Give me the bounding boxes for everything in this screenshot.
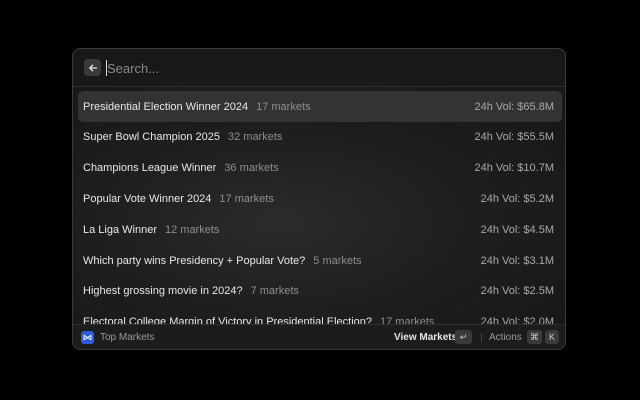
- arrow-left-icon: [88, 64, 97, 71]
- market-row[interactable]: Highest grossing movie in 2024? 7 markets…: [78, 276, 562, 307]
- back-button[interactable]: [84, 59, 101, 76]
- market-list: Presidential Election Winner 2024 17 mark…: [73, 88, 565, 326]
- market-volume: 24h Vol: $2.5M: [480, 285, 554, 298]
- actions-button[interactable]: Actions: [489, 332, 522, 343]
- market-count: 17 markets: [219, 192, 274, 205]
- view-markets-button[interactable]: View Markets: [394, 332, 457, 343]
- return-key-icon: ↵: [455, 330, 472, 344]
- market-count: 7 markets: [250, 285, 299, 298]
- market-row[interactable]: Which party wins Presidency + Popular Vo…: [78, 245, 562, 276]
- market-row[interactable]: Presidential Election Winner 2024 17 mark…: [78, 91, 562, 122]
- grid-icon: [81, 331, 94, 344]
- command-palette-window: Presidential Election Winner 2024 17 mark…: [72, 48, 566, 350]
- market-title: Super Bowl Champion 2025: [83, 131, 220, 144]
- market-title: Highest grossing movie in 2024?: [83, 285, 243, 298]
- market-row[interactable]: Champions League Winner 36 markets 24h Vol…: [78, 153, 562, 184]
- search-input[interactable]: [106, 58, 547, 78]
- market-title: Popular Vote Winner 2024: [83, 192, 212, 205]
- market-count: 12 markets: [165, 223, 220, 236]
- k-key: K: [545, 330, 559, 344]
- market-count: 5 markets: [313, 254, 362, 267]
- market-volume: 24h Vol: $65.8M: [474, 100, 554, 113]
- footer-divider: [481, 333, 482, 342]
- market-title: La Liga Winner: [83, 223, 157, 236]
- command-key-icon: ⌘: [527, 330, 542, 344]
- market-count: 32 markets: [227, 131, 283, 144]
- market-volume: 24h Vol: $55.5M: [474, 131, 554, 144]
- market-volume: 24h Vol: $3.1M: [480, 254, 554, 267]
- market-volume: 24h Vol: $4.5M: [480, 223, 554, 236]
- market-volume: 24h Vol: $5.2M: [480, 192, 554, 205]
- market-row[interactable]: La Liga Winner 12 markets 24h Vol: $4.5M: [78, 214, 562, 245]
- market-title: Which party wins Presidency + Popular Vo…: [83, 254, 306, 267]
- market-row[interactable]: Super Bowl Champion 2025 32 markets 24h Vo…: [78, 122, 562, 153]
- text-cursor: [106, 60, 107, 76]
- market-count: 36 markets: [224, 162, 279, 175]
- market-count: 17 markets: [256, 100, 311, 113]
- market-row[interactable]: Popular Vote Winner 2024 17 markets 24h Vo…: [78, 183, 562, 214]
- app-name: Top Markets: [100, 332, 155, 343]
- market-volume: 24h Vol: $10.7M: [474, 162, 554, 175]
- action-bar: Top Markets View Markets ↵ Actions ⌘ K: [73, 324, 565, 349]
- search-bar: [73, 49, 565, 87]
- market-title: Presidential Election Winner 2024: [83, 100, 249, 113]
- market-title: Champions League Winner: [83, 162, 217, 175]
